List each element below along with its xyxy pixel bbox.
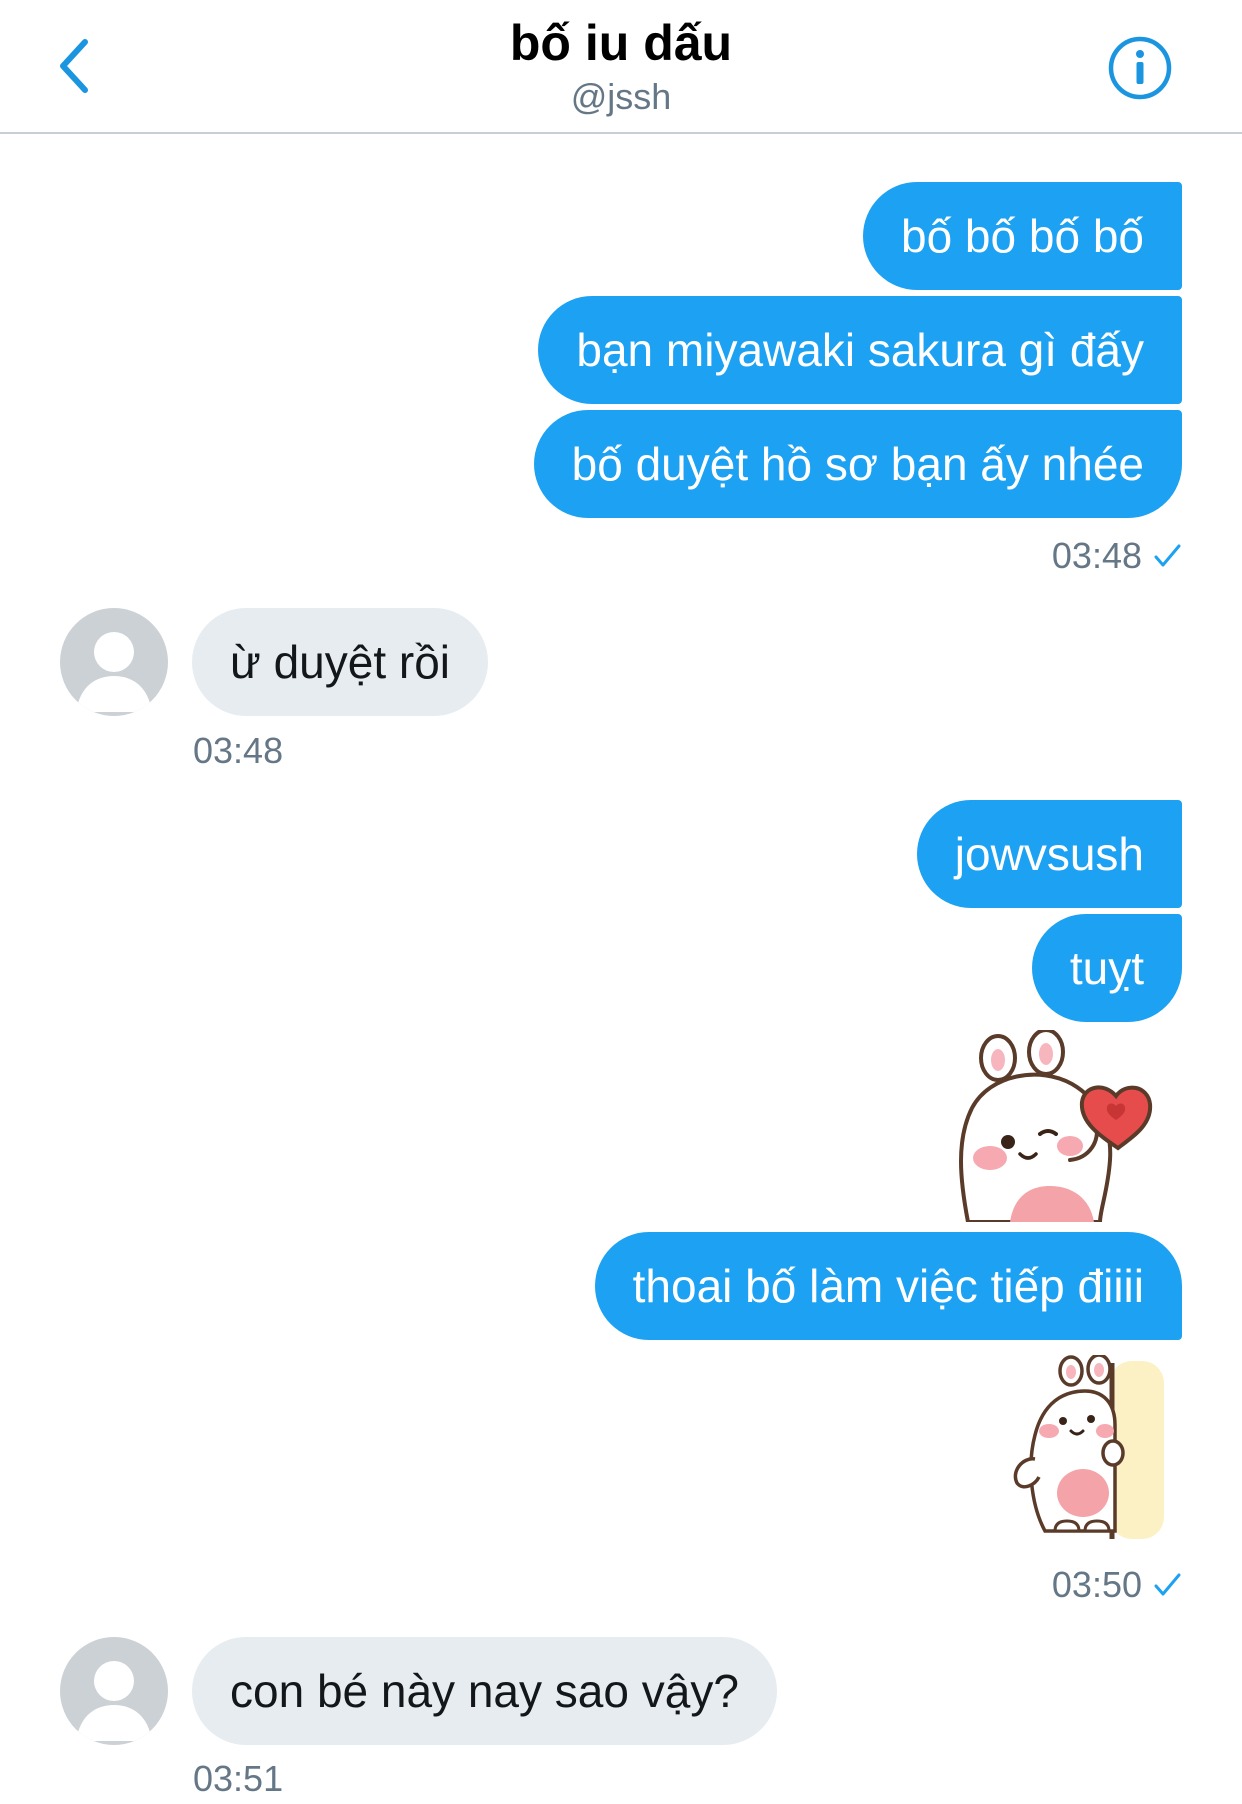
info-button[interactable]	[1100, 28, 1180, 108]
timestamp-text: 03:50	[1051, 1564, 1142, 1605]
outgoing-message-bubble[interactable]: bạn miyawaki sakura gì đấy	[538, 296, 1182, 404]
conversation-title: bố iu dấu	[509, 15, 733, 71]
message-timestamp: 03:51	[193, 1758, 284, 1799]
outgoing-message-bubble[interactable]: bố bố bố bố	[862, 182, 1182, 290]
default-avatar-icon	[76, 632, 152, 712]
conversation-header: bố iu dấu @jssh	[0, 0, 1242, 134]
message-timestamp: 03:48	[1052, 535, 1182, 577]
outgoing-message-bubble[interactable]: jowvsush	[916, 800, 1182, 908]
outgoing-message-bubble[interactable]: bố duyệt hồ sơ bạn ấy nhée	[533, 410, 1182, 518]
bunny-heart-sticker[interactable]	[950, 1030, 1160, 1222]
outgoing-message-bubble[interactable]: thoai bố làm việc tiếp điiii	[594, 1232, 1182, 1340]
sent-check-icon	[1154, 544, 1181, 567]
incoming-message-bubble[interactable]: con bé này nay sao vậy?	[192, 1637, 777, 1745]
incoming-message-bubble[interactable]: ừ duyệt rồi	[192, 608, 489, 716]
avatar[interactable]	[60, 608, 168, 716]
outgoing-message-bubble[interactable]: tuỵt	[1031, 914, 1182, 1022]
default-avatar-icon	[76, 1661, 152, 1741]
timestamp-text: 03:48	[1051, 535, 1142, 576]
message-timestamp: 03:48	[193, 730, 284, 771]
sent-check-icon	[1154, 1573, 1181, 1596]
info-icon	[1108, 36, 1172, 100]
avatar[interactable]	[60, 1637, 168, 1745]
message-timestamp: 03:50	[1052, 1564, 1182, 1606]
bunny-peek-sticker[interactable]	[1005, 1355, 1170, 1541]
conversation-handle: @jssh	[570, 76, 672, 117]
